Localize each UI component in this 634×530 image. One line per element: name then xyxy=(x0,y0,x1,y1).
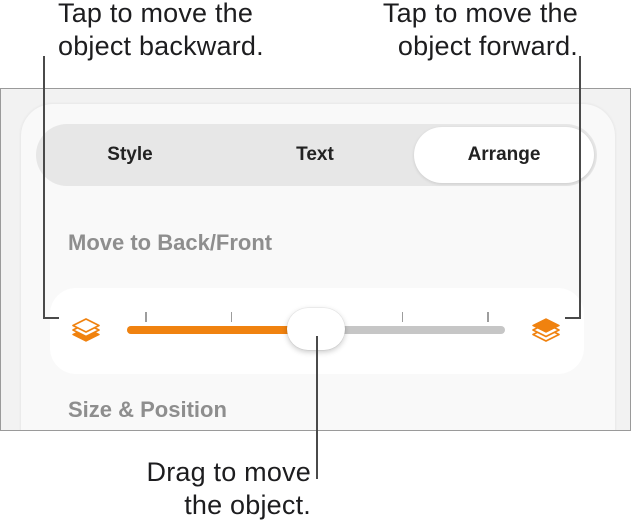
format-sheet: Style Text Arrange Move to Back/Front Si… xyxy=(21,104,615,430)
leader-line-back xyxy=(43,56,45,318)
callout-move-backward: Tap to move the object backward. xyxy=(58,0,264,61)
layers-back-icon[interactable] xyxy=(70,315,102,347)
size-position-heading: Size & Position xyxy=(68,397,227,422)
slider-tick xyxy=(230,312,232,322)
tab-style[interactable]: Style xyxy=(40,127,220,183)
callout-drag: Drag to move the object. xyxy=(146,457,311,520)
leader-line-back-tick xyxy=(43,317,59,319)
callout-move-forward: Tap to move the object forward. xyxy=(382,0,578,61)
leader-line-forward-tick xyxy=(565,317,581,319)
tab-text[interactable]: Text xyxy=(225,127,405,183)
tab-arrange[interactable]: Arrange xyxy=(414,127,594,183)
slider-tick xyxy=(487,312,489,322)
format-tab-control: Style Text Arrange xyxy=(36,124,597,186)
slider-tick xyxy=(401,312,403,322)
leader-line-forward xyxy=(579,56,581,318)
slider-tick xyxy=(145,312,147,322)
layers-front-icon[interactable] xyxy=(530,315,562,347)
leader-line-drag xyxy=(316,336,318,479)
move-to-back-front-heading: Move to Back/Front xyxy=(68,230,273,255)
